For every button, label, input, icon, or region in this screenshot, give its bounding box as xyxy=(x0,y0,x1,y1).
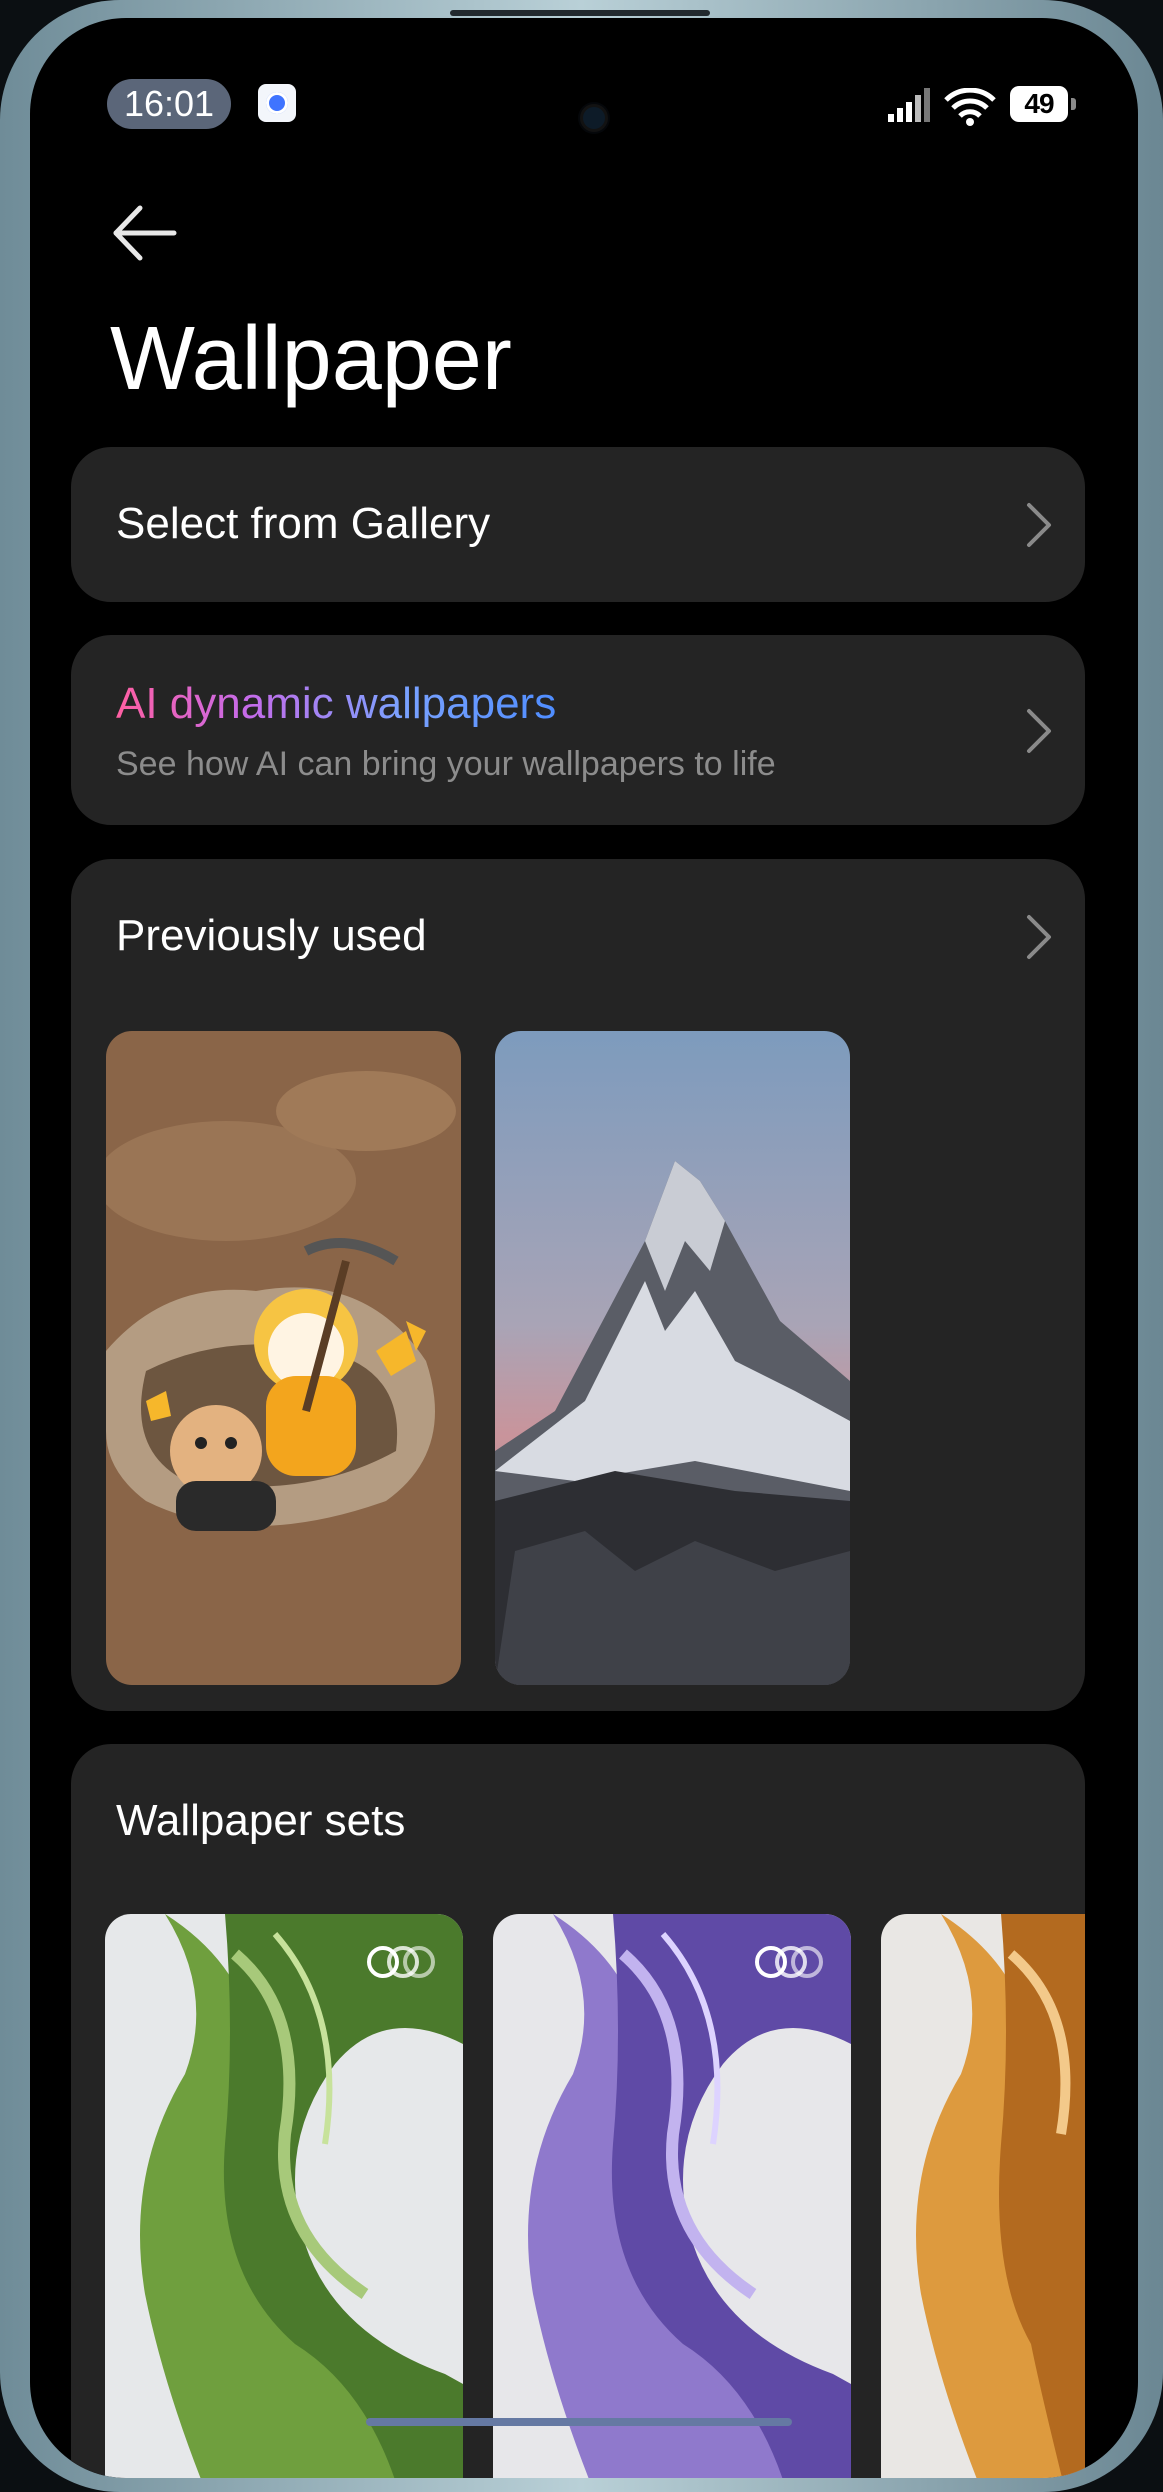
wifi-icon xyxy=(944,88,996,126)
wallpaper-thumb-cartoon[interactable] xyxy=(106,1031,461,1685)
select-from-gallery-button[interactable]: Select from Gallery xyxy=(71,447,1085,602)
wallpaper-sets-label: Wallpaper sets xyxy=(116,1796,406,1845)
previously-used-label[interactable]: Previously used xyxy=(116,911,427,961)
settings-notification-icon xyxy=(258,84,296,122)
signal-icon xyxy=(888,88,930,122)
page-title: Wallpaper xyxy=(110,309,512,409)
arrow-left-icon[interactable] xyxy=(110,198,180,268)
status-time: 16:01 xyxy=(107,79,231,129)
ai-dynamic-wallpapers-button[interactable]: AI dynamic wallpapers See how AI can bri… xyxy=(71,635,1085,825)
ai-wallpapers-title: AI dynamic wallpapers xyxy=(116,679,557,728)
wallpaper-set-orange[interactable] xyxy=(881,1914,1085,2478)
wallpaper-sets-section: Wallpaper sets xyxy=(71,1744,1085,2478)
home-indicator[interactable] xyxy=(366,2418,792,2426)
chevron-right-icon xyxy=(1021,705,1057,757)
wallpaper-thumb-mountain[interactable] xyxy=(495,1031,850,1685)
gallery-label: Select from Gallery xyxy=(116,499,491,548)
phone-top-edge xyxy=(450,10,710,16)
battery-icon: 49 xyxy=(1010,86,1076,122)
phone-screen: 16:01 49 Wallpaper Select from Gallery A… xyxy=(30,18,1138,2478)
chevron-right-icon[interactable] xyxy=(1021,911,1057,963)
wallpaper-set-green[interactable] xyxy=(105,1914,463,2478)
ai-wallpapers-subtitle: See how AI can bring your wallpapers to … xyxy=(116,745,776,783)
wallpaper-set-purple[interactable] xyxy=(493,1914,851,2478)
status-bar: 16:01 49 xyxy=(30,18,1138,168)
chevron-right-icon xyxy=(1021,499,1057,551)
previously-used-section: Previously used xyxy=(71,859,1085,1711)
